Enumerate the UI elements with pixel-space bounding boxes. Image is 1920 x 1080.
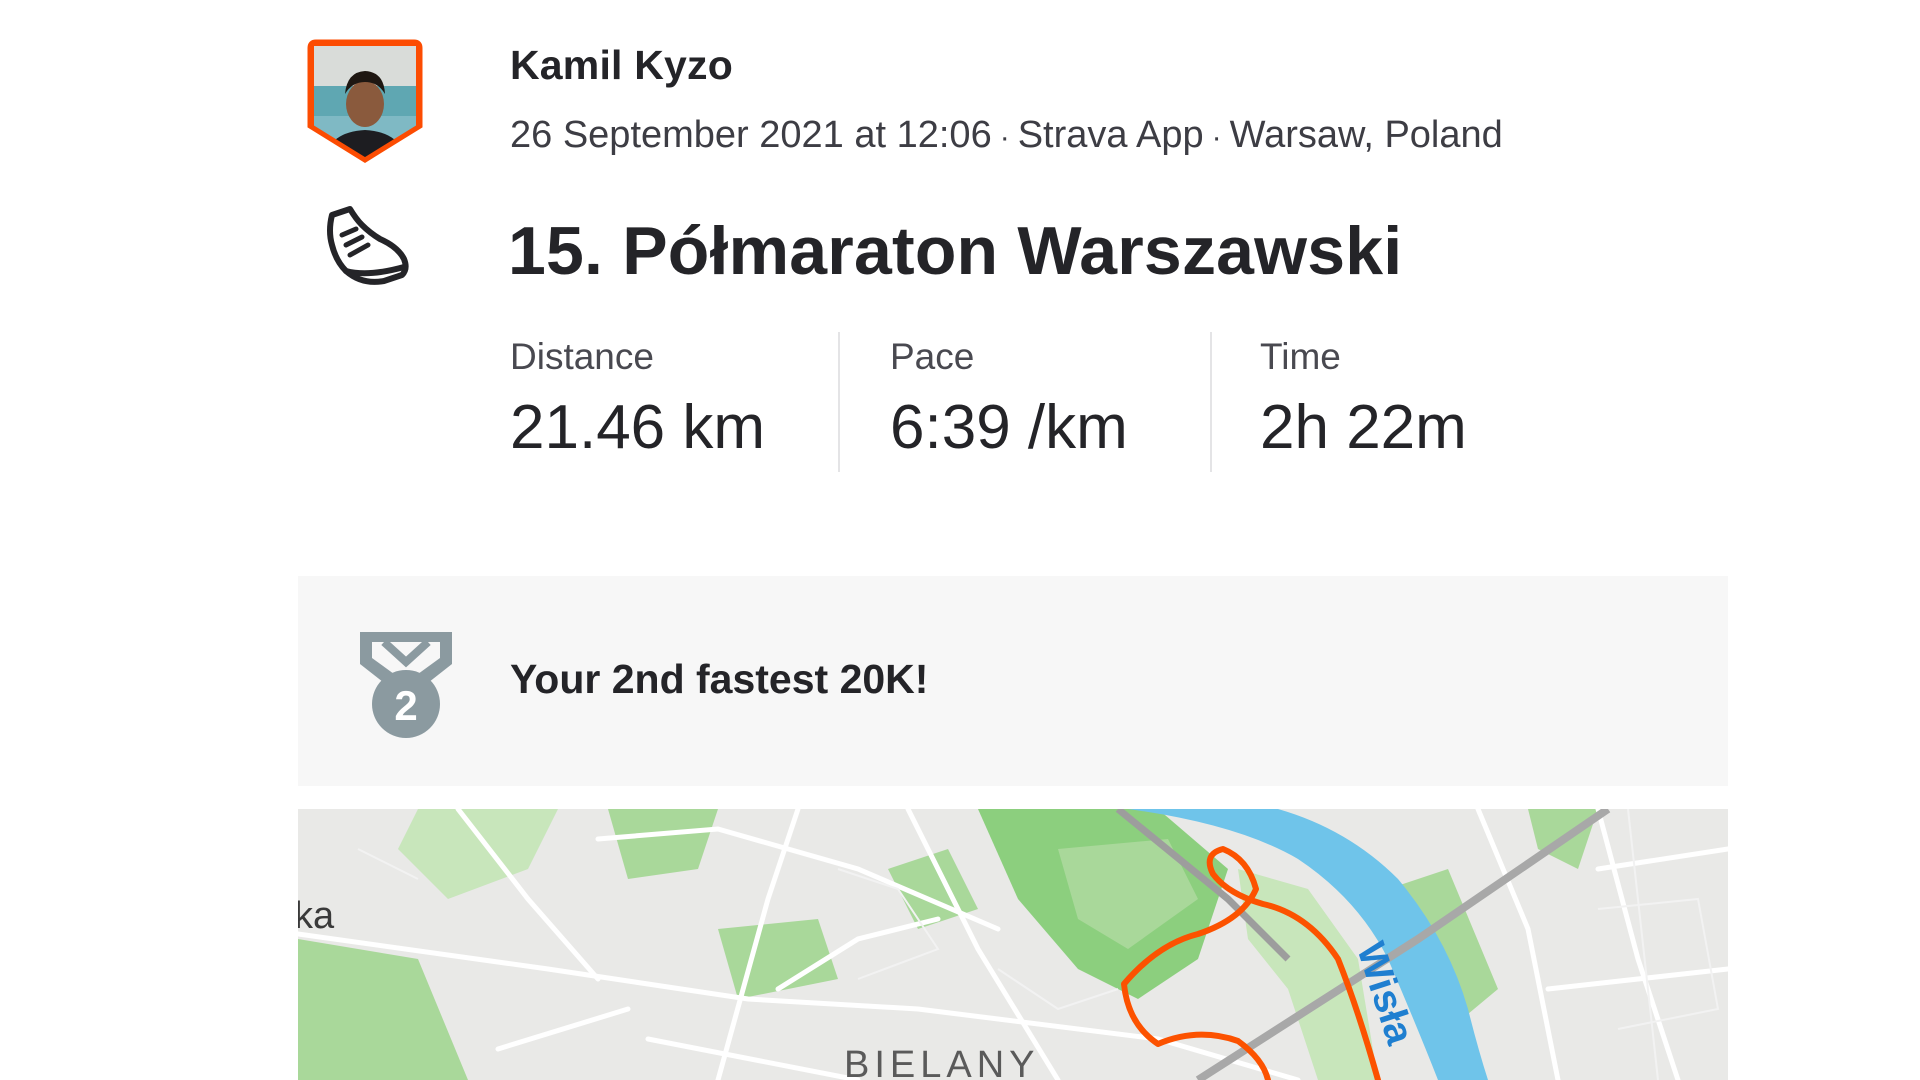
stat-divider bbox=[838, 332, 840, 472]
achievement-banner[interactable]: 2 Your 2nd fastest 20K! bbox=[298, 576, 1728, 786]
stat-time: Time 2h 22m bbox=[1260, 336, 1467, 476]
activity-meta: 26 September 2021 at 12:06 · Strava App · Wa… bbox=[510, 114, 1503, 157]
stat-value: 6:39 /km bbox=[890, 393, 1128, 462]
meta-separator: · bbox=[999, 121, 1010, 154]
avatar-icon bbox=[307, 39, 423, 163]
stat-label: Pace bbox=[890, 336, 975, 377]
map-label-district: BIELANY bbox=[844, 1044, 1040, 1080]
activity-title[interactable]: 15. Półmaraton Warszawski bbox=[508, 212, 1402, 290]
athlete-name[interactable]: Kamil Kyzo bbox=[510, 42, 733, 89]
stat-label: Time bbox=[1260, 336, 1341, 377]
medal-2-icon: 2 bbox=[356, 628, 456, 740]
stat-value: 2h 22m bbox=[1260, 393, 1467, 462]
running-shoe-icon bbox=[322, 205, 412, 287]
achievement-text: Your 2nd fastest 20K! bbox=[510, 656, 929, 702]
meta-separator: · bbox=[1211, 121, 1222, 154]
map-canvas bbox=[298, 809, 1728, 1080]
medal-rank: 2 bbox=[394, 682, 417, 729]
activity-page: Kamil Kyzo 26 September 2021 at 12:06 · St… bbox=[0, 0, 1920, 1080]
activity-device: Strava App bbox=[1017, 114, 1204, 156]
stat-distance: Distance 21.46 km bbox=[510, 336, 765, 476]
stat-divider bbox=[1210, 332, 1212, 472]
stat-value: 21.46 km bbox=[510, 393, 766, 462]
stat-pace: Pace 6:39 /km bbox=[890, 336, 1128, 476]
stat-label: Distance bbox=[510, 336, 654, 377]
route-map[interactable]: ka BIELANY Wisła bbox=[298, 809, 1728, 1080]
map-label-place: ka bbox=[298, 895, 335, 937]
athlete-avatar[interactable] bbox=[306, 38, 424, 164]
activity-date-time: 26 September 2021 at 12:06 bbox=[510, 114, 992, 156]
activity-location: Warsaw, Poland bbox=[1229, 114, 1503, 156]
